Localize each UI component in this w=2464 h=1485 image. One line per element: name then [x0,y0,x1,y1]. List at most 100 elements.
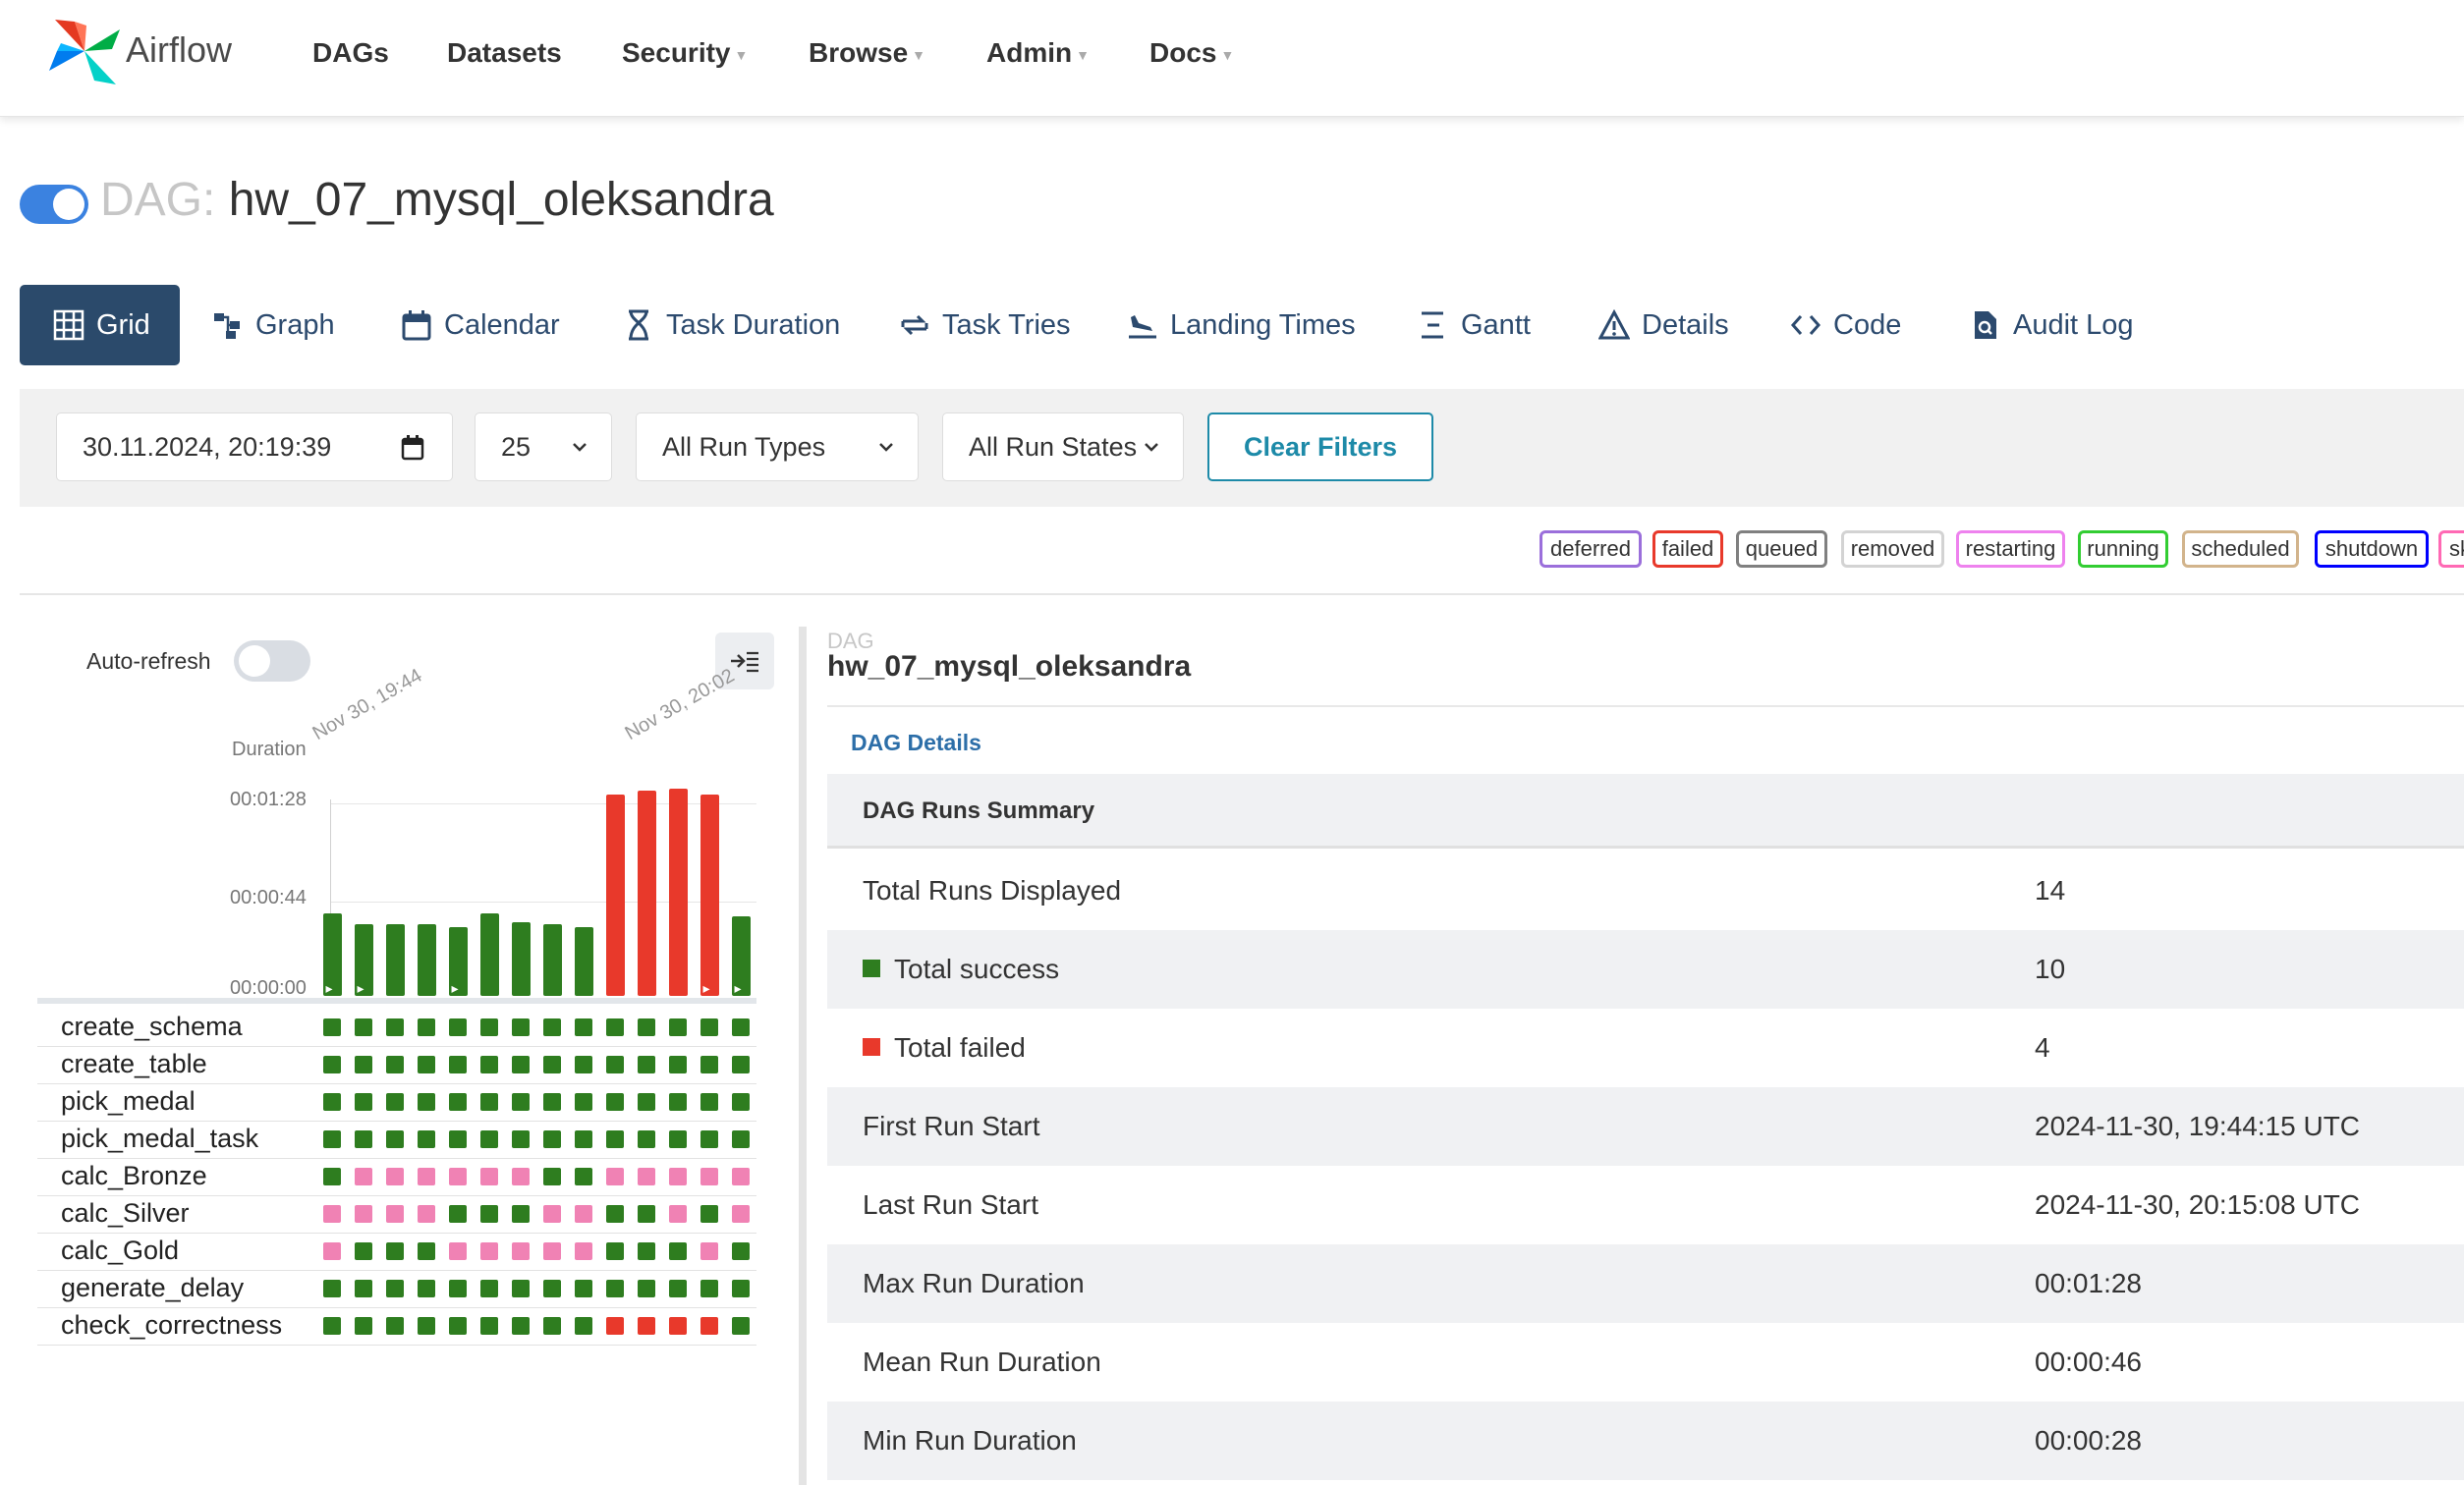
legend-sk[interactable]: sk [2438,530,2464,568]
task-instance-cell[interactable] [480,1317,498,1335]
task-instance-cell[interactable] [638,1093,655,1111]
nav-docs[interactable]: Docs ▼ [1149,37,1234,69]
task-instance-cell[interactable] [732,1093,750,1111]
task-name-pick-medal-task[interactable]: pick_medal_task [61,1124,258,1154]
task-instance-cell[interactable] [418,1317,435,1335]
task-instance-cell[interactable] [669,1242,687,1260]
legend-queued[interactable]: queued [1736,530,1827,568]
tab-calendar[interactable]: Calendar [401,285,560,365]
task-instance-cell[interactable] [480,1168,498,1185]
calendar-picker-icon[interactable] [401,435,424,461]
task-instance-cell[interactable] [323,1280,341,1297]
task-instance-cell[interactable] [606,1242,624,1260]
task-instance-cell[interactable] [512,1280,530,1297]
task-instance-cell[interactable] [606,1130,624,1148]
task-instance-cell[interactable] [543,1280,561,1297]
task-instance-cell[interactable] [575,1280,592,1297]
run-duration-bar[interactable]: ▸ [322,913,342,996]
task-instance-cell[interactable] [386,1317,404,1335]
nav-security[interactable]: Security ▼ [622,37,748,69]
task-instance-cell[interactable] [386,1056,404,1073]
task-instance-cell[interactable] [512,1130,530,1148]
tab-task-tries[interactable]: Task Tries [899,285,1071,365]
run-duration-bar[interactable] [542,924,562,996]
tab-landing-times[interactable]: Landing Times [1127,285,1356,365]
tab-graph[interactable]: Graph [212,285,335,365]
run-type-select[interactable]: All Run Types [636,412,919,481]
task-instance-cell[interactable] [386,1205,404,1223]
task-name-pick-medal[interactable]: pick_medal [61,1086,196,1117]
dag-details-link[interactable]: DAG Details [851,730,981,756]
task-instance-cell[interactable] [543,1130,561,1148]
task-instance-cell[interactable] [700,1130,718,1148]
task-instance-cell[interactable] [732,1130,750,1148]
task-instance-cell[interactable] [606,1168,624,1185]
run-duration-bar[interactable]: ▸ [448,927,468,996]
task-instance-cell[interactable] [638,1168,655,1185]
task-instance-cell[interactable] [606,1317,624,1335]
task-instance-cell[interactable] [575,1056,592,1073]
task-instance-cell[interactable] [323,1093,341,1111]
task-name-create-table[interactable]: create_table [61,1049,207,1079]
legend-failed[interactable]: failed [1652,530,1723,568]
task-instance-cell[interactable] [386,1093,404,1111]
clear-filters-button[interactable]: Clear Filters [1207,412,1433,481]
legend-shutdown[interactable]: shutdown [2315,530,2429,568]
task-instance-cell[interactable] [418,1242,435,1260]
run-duration-bar[interactable] [637,791,656,996]
task-instance-cell[interactable] [480,1205,498,1223]
task-instance-cell[interactable] [449,1093,467,1111]
task-name-calc-gold[interactable]: calc_Gold [61,1236,179,1266]
task-instance-cell[interactable] [386,1280,404,1297]
nav-browse[interactable]: Browse ▼ [809,37,925,69]
dag-pause-toggle[interactable] [20,185,88,224]
task-instance-cell[interactable] [386,1018,404,1036]
run-duration-bar[interactable]: ▸ [731,916,751,996]
task-instance-cell[interactable] [669,1018,687,1036]
task-instance-cell[interactable] [638,1280,655,1297]
task-instance-cell[interactable] [355,1018,372,1036]
nav-admin[interactable]: Admin ▼ [986,37,1090,69]
task-instance-cell[interactable] [638,1130,655,1148]
task-instance-cell[interactable] [355,1056,372,1073]
run-duration-bar[interactable]: ▸ [700,795,719,996]
task-instance-cell[interactable] [512,1317,530,1335]
task-instance-cell[interactable] [480,1280,498,1297]
tab-grid[interactable]: Grid [20,285,180,365]
task-instance-cell[interactable] [543,1242,561,1260]
task-instance-cell[interactable] [386,1242,404,1260]
task-instance-cell[interactable] [575,1168,592,1185]
task-instance-cell[interactable] [418,1280,435,1297]
task-name-calc-silver[interactable]: calc_Silver [61,1198,190,1229]
task-instance-cell[interactable] [700,1205,718,1223]
task-instance-cell[interactable] [669,1280,687,1297]
task-instance-cell[interactable] [512,1093,530,1111]
task-instance-cell[interactable] [512,1168,530,1185]
task-instance-cell[interactable] [638,1205,655,1223]
task-instance-cell[interactable] [732,1056,750,1073]
run-duration-bar[interactable]: ▸ [354,924,373,996]
task-instance-cell[interactable] [606,1205,624,1223]
task-instance-cell[interactable] [480,1130,498,1148]
task-instance-cell[interactable] [543,1317,561,1335]
tab-task-duration[interactable]: Task Duration [623,285,840,365]
tab-code[interactable]: Code [1790,285,1901,365]
task-instance-cell[interactable] [638,1018,655,1036]
task-instance-cell[interactable] [323,1205,341,1223]
task-instance-cell[interactable] [700,1317,718,1335]
task-instance-cell[interactable] [732,1242,750,1260]
task-instance-cell[interactable] [323,1168,341,1185]
task-instance-cell[interactable] [418,1205,435,1223]
task-instance-cell[interactable] [512,1018,530,1036]
task-name-calc-bronze[interactable]: calc_Bronze [61,1161,207,1191]
task-instance-cell[interactable] [543,1056,561,1073]
task-instance-cell[interactable] [543,1093,561,1111]
tab-audit-log[interactable]: Audit Log [1970,285,2134,365]
task-instance-cell[interactable] [732,1280,750,1297]
task-instance-cell[interactable] [606,1093,624,1111]
task-instance-cell[interactable] [575,1130,592,1148]
legend-deferred[interactable]: deferred [1540,530,1642,568]
task-instance-cell[interactable] [449,1317,467,1335]
task-instance-cell[interactable] [543,1205,561,1223]
task-instance-cell[interactable] [355,1280,372,1297]
